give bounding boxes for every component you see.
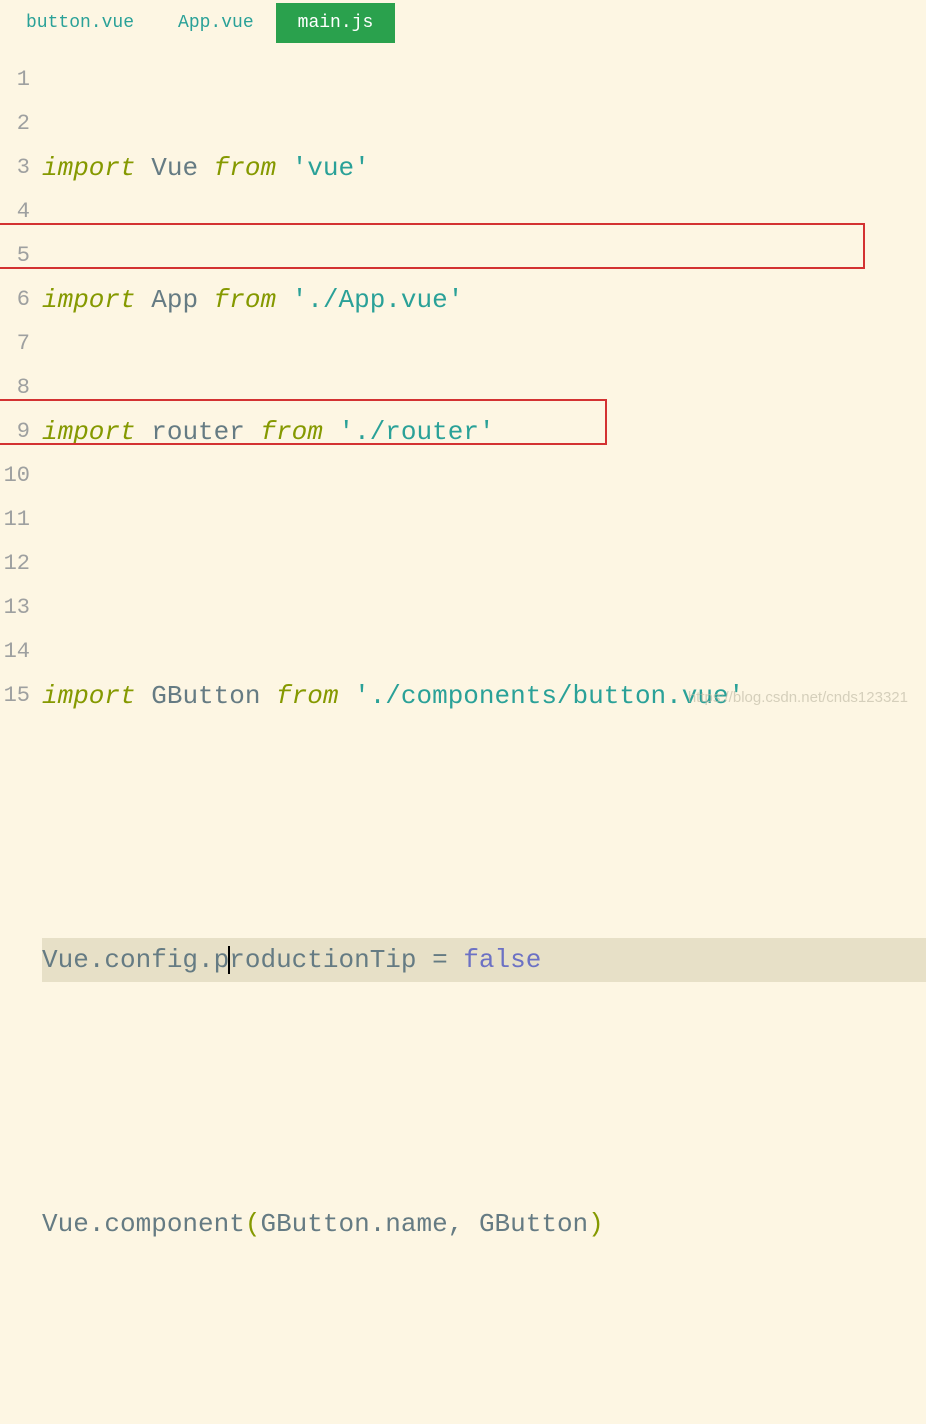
identifier: GButton	[479, 1209, 588, 1239]
line-number: 6	[0, 278, 30, 322]
identifier: component	[104, 1209, 244, 1239]
line-number: 4	[0, 190, 30, 234]
tab-button-vue[interactable]: button.vue	[4, 3, 156, 43]
code-editor[interactable]: 1 2 3 4 5 6 7 8 9 10 11 12 13 14 15 impo…	[0, 46, 926, 1424]
code-line	[42, 1334, 926, 1378]
code-line: Vue.component(GButton.name, GButton)	[42, 1202, 926, 1246]
identifier: router	[151, 417, 245, 447]
identifier: Vue	[42, 945, 89, 975]
line-number: 1	[0, 58, 30, 102]
code-line	[42, 542, 926, 586]
tab-bar: button.vue App.vue main.js	[0, 0, 926, 46]
code-line-highlighted: Vue.config.productionTip = false	[42, 938, 926, 982]
identifier: GButton	[260, 1209, 369, 1239]
gutter: 1 2 3 4 5 6 7 8 9 10 11 12 13 14 15	[0, 46, 42, 1424]
string-literal: 'vue'	[292, 153, 370, 183]
line-number: 5	[0, 234, 30, 278]
code-line: import Vue from 'vue'	[42, 146, 926, 190]
identifier: Vue	[151, 153, 198, 183]
identifier: name	[385, 1209, 447, 1239]
keyword-import: import	[42, 681, 136, 711]
identifier: GButton	[151, 681, 260, 711]
identifier: roductionTip	[229, 945, 416, 975]
line-number: 2	[0, 102, 30, 146]
line-number: 7	[0, 322, 30, 366]
line-number: 13	[0, 586, 30, 630]
code-line	[42, 806, 926, 850]
keyword-import: import	[42, 153, 136, 183]
operator-equals: =	[432, 945, 448, 975]
watermark-text: https://blog.csdn.net/cnds123321	[688, 689, 908, 706]
keyword-from: from	[214, 153, 276, 183]
highlight-box	[0, 223, 865, 269]
identifier: p	[214, 945, 230, 975]
identifier: App	[151, 285, 198, 315]
code-line: import router from './router'	[42, 410, 926, 454]
string-literal: './components/button.vue'	[354, 681, 744, 711]
keyword-from: from	[276, 681, 338, 711]
code-line: import App from './App.vue'	[42, 278, 926, 322]
line-number: 9	[0, 410, 30, 454]
string-literal: './App.vue'	[292, 285, 464, 315]
boolean-literal: false	[463, 945, 541, 975]
string-literal: './router'	[339, 417, 495, 447]
line-number: 14	[0, 630, 30, 674]
tab-app-vue[interactable]: App.vue	[156, 3, 276, 43]
tab-main-js[interactable]: main.js	[276, 3, 396, 43]
keyword-import: import	[42, 285, 136, 315]
code-line	[42, 1070, 926, 1114]
keyword-from: from	[214, 285, 276, 315]
line-number: 3	[0, 146, 30, 190]
line-number: 10	[0, 454, 30, 498]
line-number: 11	[0, 498, 30, 542]
keyword-import: import	[42, 417, 136, 447]
code-area[interactable]: import Vue from 'vue' import App from '.…	[42, 46, 926, 1424]
line-number: 8	[0, 366, 30, 410]
line-number: 12	[0, 542, 30, 586]
keyword-from: from	[260, 417, 322, 447]
line-number: 15	[0, 674, 30, 718]
identifier: Vue	[42, 1209, 89, 1239]
identifier: config	[104, 945, 198, 975]
